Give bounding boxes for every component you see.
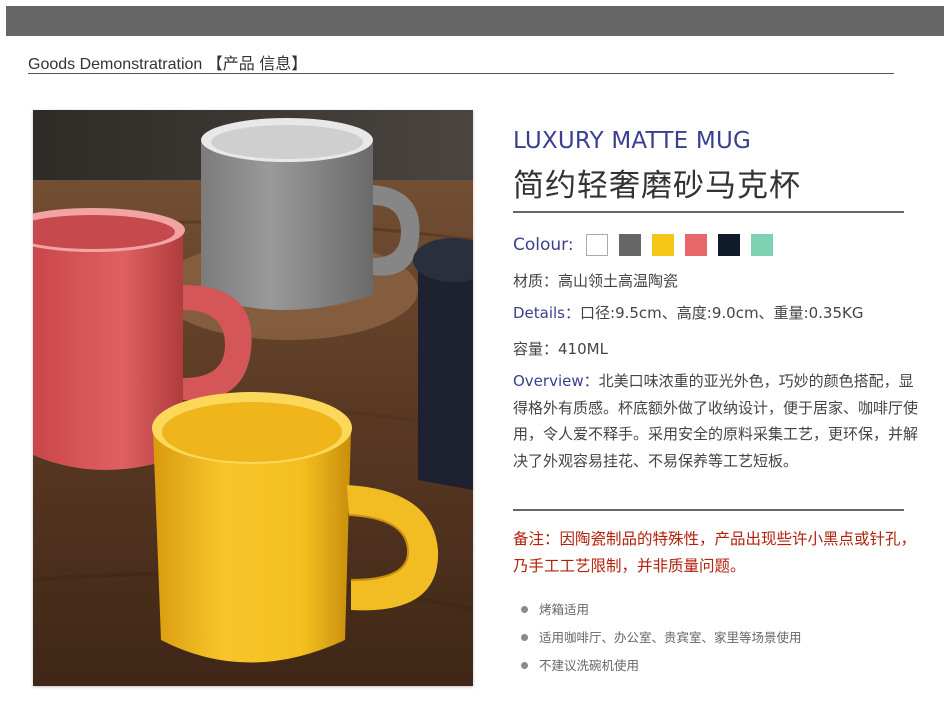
overview-divider [513,509,904,511]
capacity-value: 410ML [558,340,608,358]
bullet-icon [521,662,528,669]
section-title: Goods Demonstratration 【产品 信息】 [28,56,308,73]
material-row: 材质：高山领土高温陶瓷 [513,270,678,291]
list-item: 不建议洗碗机使用 [521,654,802,682]
product-title-en: LUXURY MATTE MUG [513,128,751,154]
top-banner-bar [6,6,944,36]
product-photo [33,110,473,686]
colour-options: Colour: [513,232,784,258]
bullet-icon [521,606,528,613]
colour-swatch-grey[interactable] [618,234,641,256]
product-title-cn: 简约轻奢磨砂马克杯 [513,168,801,204]
list-item: 烤箱适用 [521,598,802,626]
list-item: 适用咖啡厅、办公室、贵宾室、家里等场景使用 [521,626,802,654]
colour-swatch-navy[interactable] [717,234,740,256]
material-label: 材质： [513,272,559,290]
colour-swatch-mint[interactable] [750,234,773,256]
details-label: Details： [513,304,581,322]
quality-note: 备注：因陶瓷制品的特殊性，产品出现些许小黑点或针孔，乃手工工艺限制，并非质量问题… [513,530,917,575]
bullet-icon [521,634,528,641]
colour-swatch-yellow[interactable] [651,234,674,256]
overview-label: Overview： [513,372,599,390]
section-divider [28,73,894,74]
capacity-row: 容量：410ML [513,338,608,359]
material-value: 高山领土高温陶瓷 [558,272,679,290]
overview-paragraph: Overview：北美口味浓重的亚光外色，巧妙的颜色搭配，显得格外有质感。杯底额… [513,368,928,474]
feature-text: 烤箱适用 [539,602,590,617]
feature-text: 不建议洗碗机使用 [539,658,640,673]
feature-text: 适用咖啡厅、办公室、贵宾室、家里等场景使用 [539,630,802,645]
colour-label: Colour: [513,235,574,255]
title-divider [513,211,904,213]
details-value: 口径:9.5cm、高度:9.0cm、重量:0.35KG [580,304,864,322]
feature-list: 烤箱适用 适用咖啡厅、办公室、贵宾室、家里等场景使用 不建议洗碗机使用 [521,598,802,682]
details-row: Details：口径:9.5cm、高度:9.0cm、重量:0.35KG [513,302,863,323]
colour-swatch-red[interactable] [684,234,707,256]
capacity-label: 容量： [513,340,559,358]
colour-swatch-white[interactable] [585,234,608,256]
